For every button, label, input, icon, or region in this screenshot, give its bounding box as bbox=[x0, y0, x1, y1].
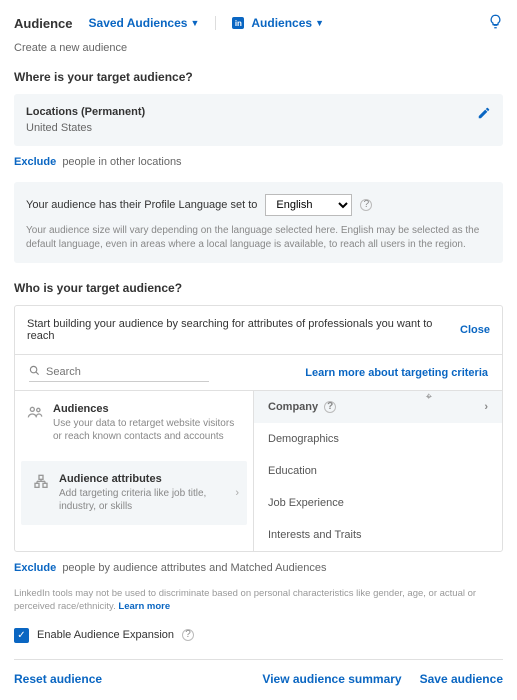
chevron-right-icon: › bbox=[484, 401, 488, 413]
subtitle: Create a new audience bbox=[14, 42, 503, 54]
language-help-text: Your audience size will vary depending o… bbox=[26, 224, 491, 251]
help-icon[interactable]: ? bbox=[324, 401, 336, 413]
learn-more-link[interactable]: Learn more bbox=[118, 601, 170, 612]
close-button[interactable]: Close bbox=[460, 324, 490, 336]
category-interests[interactable]: Interests and Traits bbox=[254, 519, 502, 551]
exclude-locations-row: Exclude people in other locations bbox=[14, 156, 503, 168]
audiences-title: Audiences bbox=[53, 403, 241, 415]
tip-icon[interactable] bbox=[488, 14, 503, 32]
audience-attributes-option[interactable]: Audience attributes Add targeting criter… bbox=[21, 461, 247, 525]
reset-audience-button[interactable]: Reset audience bbox=[14, 672, 102, 686]
exclude-attributes-row: Exclude people by audience attributes an… bbox=[14, 562, 503, 574]
attributes-title: Audience attributes bbox=[59, 473, 235, 485]
saved-audiences-dropdown[interactable]: Saved Audiences ▼ bbox=[89, 16, 200, 30]
edit-icon[interactable] bbox=[477, 106, 491, 123]
people-icon bbox=[27, 404, 43, 423]
exclude-attributes-button[interactable]: Exclude bbox=[14, 562, 56, 574]
locations-card[interactable]: Locations (Permanent) United States bbox=[14, 94, 503, 146]
locations-value: United States bbox=[26, 122, 491, 134]
audiences-option[interactable]: Audiences Use your data to retarget webs… bbox=[15, 391, 253, 455]
chevron-right-icon: › bbox=[235, 487, 239, 499]
language-card: Your audience has their Profile Language… bbox=[14, 182, 503, 263]
search-field[interactable] bbox=[29, 363, 209, 382]
page-title: Audience bbox=[14, 16, 73, 31]
language-select[interactable]: English bbox=[265, 194, 352, 216]
learn-targeting-link[interactable]: Learn more about targeting criteria bbox=[305, 367, 488, 379]
help-icon[interactable]: ? bbox=[182, 629, 194, 641]
category-education[interactable]: Education bbox=[254, 455, 502, 487]
where-label: Where is your target audience? bbox=[14, 70, 503, 84]
search-icon bbox=[29, 365, 40, 379]
category-demographics[interactable]: Demographics bbox=[254, 423, 502, 455]
view-summary-button[interactable]: View audience summary bbox=[262, 672, 401, 686]
locations-title: Locations (Permanent) bbox=[26, 106, 491, 118]
category-company[interactable]: Company ?› bbox=[254, 391, 502, 423]
attributes-desc: Add targeting criteria like job title, i… bbox=[59, 487, 235, 513]
who-label: Who is your target audience? bbox=[14, 281, 503, 295]
search-input[interactable] bbox=[46, 366, 186, 378]
targeting-panel: Start building your audience by searchin… bbox=[14, 305, 503, 552]
audiences-desc: Use your data to retarget website visito… bbox=[53, 417, 241, 443]
language-label: Your audience has their Profile Language… bbox=[26, 199, 257, 211]
attributes-icon bbox=[33, 474, 49, 493]
save-audience-button[interactable]: Save audience bbox=[420, 672, 503, 686]
help-icon[interactable]: ? bbox=[360, 199, 372, 211]
panel-intro: Start building your audience by searchin… bbox=[27, 318, 460, 342]
category-job-experience[interactable]: Job Experience bbox=[254, 487, 502, 519]
audience-expansion-row[interactable]: ✓ Enable Audience Expansion ? bbox=[14, 628, 503, 643]
audience-expansion-label: Enable Audience Expansion bbox=[37, 629, 174, 641]
linkedin-icon: in bbox=[232, 17, 244, 29]
cursor-icon: ⌖ bbox=[426, 391, 432, 404]
linkedin-audiences-dropdown[interactable]: inAudiences ▼ bbox=[232, 16, 324, 30]
divider bbox=[215, 16, 216, 30]
disclaimer: LinkedIn tools may not be used to discri… bbox=[14, 588, 503, 614]
checkbox-checked-icon[interactable]: ✓ bbox=[14, 628, 29, 643]
exclude-locations-button[interactable]: Exclude bbox=[14, 156, 56, 168]
